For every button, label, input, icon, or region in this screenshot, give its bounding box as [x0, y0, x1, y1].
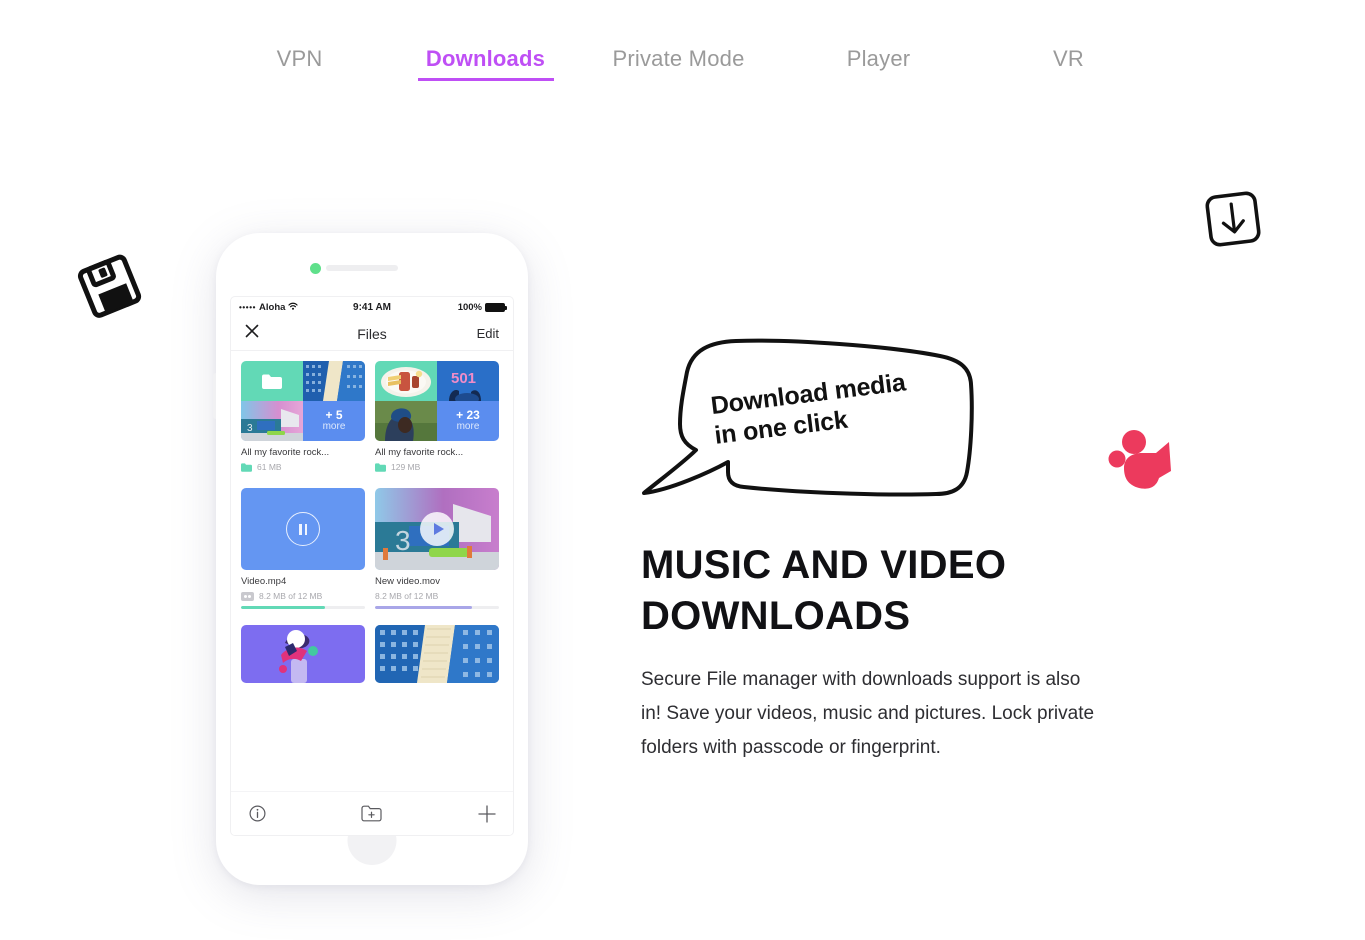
close-button[interactable] [245, 324, 357, 343]
download-progress-fill [375, 606, 472, 609]
video-row: Video.mp4 8.2 MB of 12 MB 3 New video.mo… [241, 488, 503, 609]
photo-thumbnail[interactable] [241, 624, 365, 683]
media-item[interactable] [375, 624, 499, 683]
more-photos-tile: + 5 more [303, 401, 365, 441]
download-arrow-icon [1200, 186, 1266, 257]
folder-title: All my favorite rock... [241, 447, 330, 458]
signal-dots-icon: ••••• [239, 302, 257, 312]
video-camera-icon [1104, 428, 1182, 501]
app-bar: Files Edit [231, 317, 513, 351]
svg-text:501: 501 [451, 370, 476, 387]
nav-active-underline [417, 78, 554, 81]
photo-tile [303, 361, 365, 401]
play-icon [433, 523, 444, 535]
photo-thumbnail[interactable] [375, 624, 499, 683]
video-thumbnail[interactable]: 3 [375, 488, 499, 570]
floppy-disk-icon [74, 250, 151, 329]
nav-tab-label: Player [846, 46, 911, 71]
folder-row: 3 + 5 more All my favorite rock... 61 MB… [241, 361, 503, 472]
photo-tile [375, 361, 437, 401]
download-progress-bar [241, 606, 365, 609]
info-icon[interactable] [249, 805, 266, 822]
play-button[interactable] [420, 512, 454, 546]
video-thumbnail[interactable] [241, 488, 365, 570]
battery-icon [485, 302, 508, 312]
page-description: Secure File manager with downloads suppo… [641, 669, 1095, 758]
nav-tab-vpn[interactable]: VPN [207, 46, 393, 81]
folder-thumbnail-grid: 501 + 23 more [375, 361, 499, 441]
nav-tab-player[interactable]: Player [779, 46, 979, 81]
folder-icon [262, 374, 282, 389]
more-label: more [456, 421, 480, 433]
download-progress-fill [241, 606, 326, 609]
folder-meta: 129 MB [375, 462, 499, 472]
pause-icon [299, 523, 307, 535]
phone-mockup: ••••• Aloha 9:41 AM 100% Files Edit 3 + … [213, 233, 528, 885]
phone-side-button [213, 373, 216, 419]
video-size: 8.2 MB of 12 MB [259, 591, 323, 601]
nav-tab-private-mode[interactable]: Private Mode [579, 46, 779, 81]
video-meta: 8.2 MB of 12 MB [241, 591, 365, 601]
phone-front-camera [310, 263, 321, 274]
folder-item[interactable]: 3 + 5 more All my favorite rock... 61 MB [241, 361, 365, 472]
battery-percent-label: 100% [457, 301, 483, 313]
more-photos-tile: + 23 more [437, 401, 499, 441]
status-bar: ••••• Aloha 9:41 AM 100% [231, 297, 513, 317]
folder-icon [241, 462, 252, 472]
top-navigation: VPN Downloads Private Mode Player VR [0, 46, 1365, 92]
folder-icon-tile [241, 361, 303, 401]
folder-size: 129 MB [391, 462, 421, 472]
new-folder-icon[interactable] [361, 805, 382, 822]
video-title: New video.mov [375, 576, 440, 587]
nav-tab-label: Private Mode [612, 46, 745, 71]
carrier-label: Aloha [259, 301, 286, 313]
download-progress-bar [375, 606, 499, 609]
video-size: 8.2 MB of 12 MB [375, 591, 439, 601]
folder-icon [375, 462, 386, 472]
files-list: 3 + 5 more All my favorite rock... 61 MB… [231, 351, 513, 683]
plus-icon[interactable] [477, 804, 497, 824]
video-title: Video.mp4 [241, 576, 287, 587]
page-title: MUSIC AND VIDEO DOWNLOADS [641, 543, 1007, 639]
svg-text:3: 3 [395, 525, 411, 556]
phone-speaker-grille [326, 265, 398, 271]
photo-tile: 3 [241, 401, 303, 441]
folder-meta: 61 MB [241, 462, 365, 472]
video-meta: 8.2 MB of 12 MB [375, 591, 499, 601]
more-label: more [322, 421, 346, 433]
close-icon [245, 324, 259, 343]
folder-thumbnail-grid: 3 + 5 more [241, 361, 365, 441]
media-item[interactable] [241, 624, 365, 683]
nav-tab-downloads[interactable]: Downloads [393, 46, 579, 81]
folder-item[interactable]: 501 + 23 more All my favorite rock... 12… [375, 361, 499, 472]
photo-tile [375, 401, 437, 441]
folder-title: All my favorite rock... [375, 447, 464, 458]
phone-screen: ••••• Aloha 9:41 AM 100% Files Edit 3 + … [230, 296, 514, 836]
status-time: 9:41 AM [353, 301, 391, 313]
nav-tab-label: Downloads [425, 46, 546, 71]
bottom-toolbar [231, 791, 513, 835]
nav-tab-label: VR [1053, 46, 1084, 71]
vr-badge-icon [241, 591, 254, 601]
pause-button[interactable] [286, 512, 320, 546]
nav-tab-vr[interactable]: VR [979, 46, 1159, 81]
wifi-icon [288, 302, 299, 313]
video-item[interactable]: Video.mp4 8.2 MB of 12 MB [241, 488, 365, 609]
svg-text:3: 3 [247, 423, 253, 434]
edit-button[interactable]: Edit [387, 326, 499, 341]
bottom-media-row [241, 624, 503, 683]
video-item[interactable]: 3 New video.mov 8.2 MB of 12 MB [375, 488, 499, 609]
photo-tile: 501 [437, 361, 499, 401]
app-bar-title: Files [357, 325, 387, 342]
folder-size: 61 MB [257, 462, 282, 472]
nav-tab-label: VPN [276, 46, 323, 71]
